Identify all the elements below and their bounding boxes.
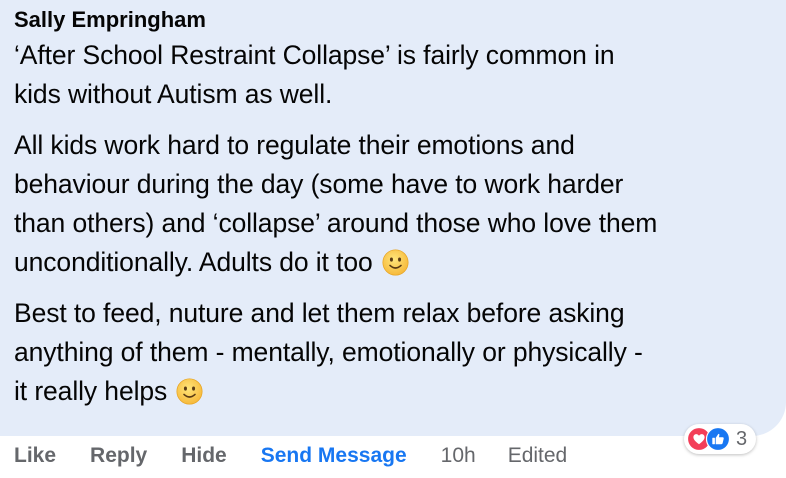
comment-line: unconditionally. Adults do it too <box>14 247 373 277</box>
comment-bubble: Sally Empringham ‘After School Restraint… <box>0 0 786 436</box>
comment-paragraph: ‘After School Restraint Collapse’ is fai… <box>14 36 766 114</box>
comment-paragraph: Best to feed, nuture and let them relax … <box>14 294 766 411</box>
edited-label[interactable]: Edited <box>508 444 568 468</box>
comment-timestamp[interactable]: 10h <box>441 444 476 468</box>
comment-line: behaviour during the day (some have to w… <box>14 169 624 199</box>
comment-line: it really helps <box>14 376 168 406</box>
reaction-count: 3 <box>736 427 748 450</box>
comment-line: kids without Autism as well. <box>14 79 333 109</box>
like-icon <box>706 427 730 451</box>
send-message-button[interactable]: Send Message <box>261 444 407 468</box>
slightly-smiling-face-icon <box>382 249 409 276</box>
comment-line: anything of them - mentally, emotionally… <box>14 337 643 367</box>
hide-button[interactable]: Hide <box>181 444 227 468</box>
comment-author[interactable]: Sally Empringham <box>14 6 766 34</box>
like-button[interactable]: Like <box>14 444 56 468</box>
comment-line: ‘After School Restraint Collapse’ is fai… <box>14 40 615 70</box>
comment-paragraph: All kids work hard to regulate their emo… <box>14 126 766 282</box>
comment-container: Sally Empringham ‘After School Restraint… <box>0 0 786 478</box>
comment-actions: Like Reply Hide Send Message 10h Edited <box>14 440 599 472</box>
comment-line: than others) and ‘collapse’ around those… <box>14 208 658 238</box>
reactions-summary[interactable]: 3 <box>684 424 757 454</box>
reply-button[interactable]: Reply <box>90 444 147 468</box>
comment-line: Best to feed, nuture and let them relax … <box>14 298 625 328</box>
comment-line: All kids work hard to regulate their emo… <box>14 130 575 160</box>
slightly-smiling-face-icon <box>176 378 203 405</box>
